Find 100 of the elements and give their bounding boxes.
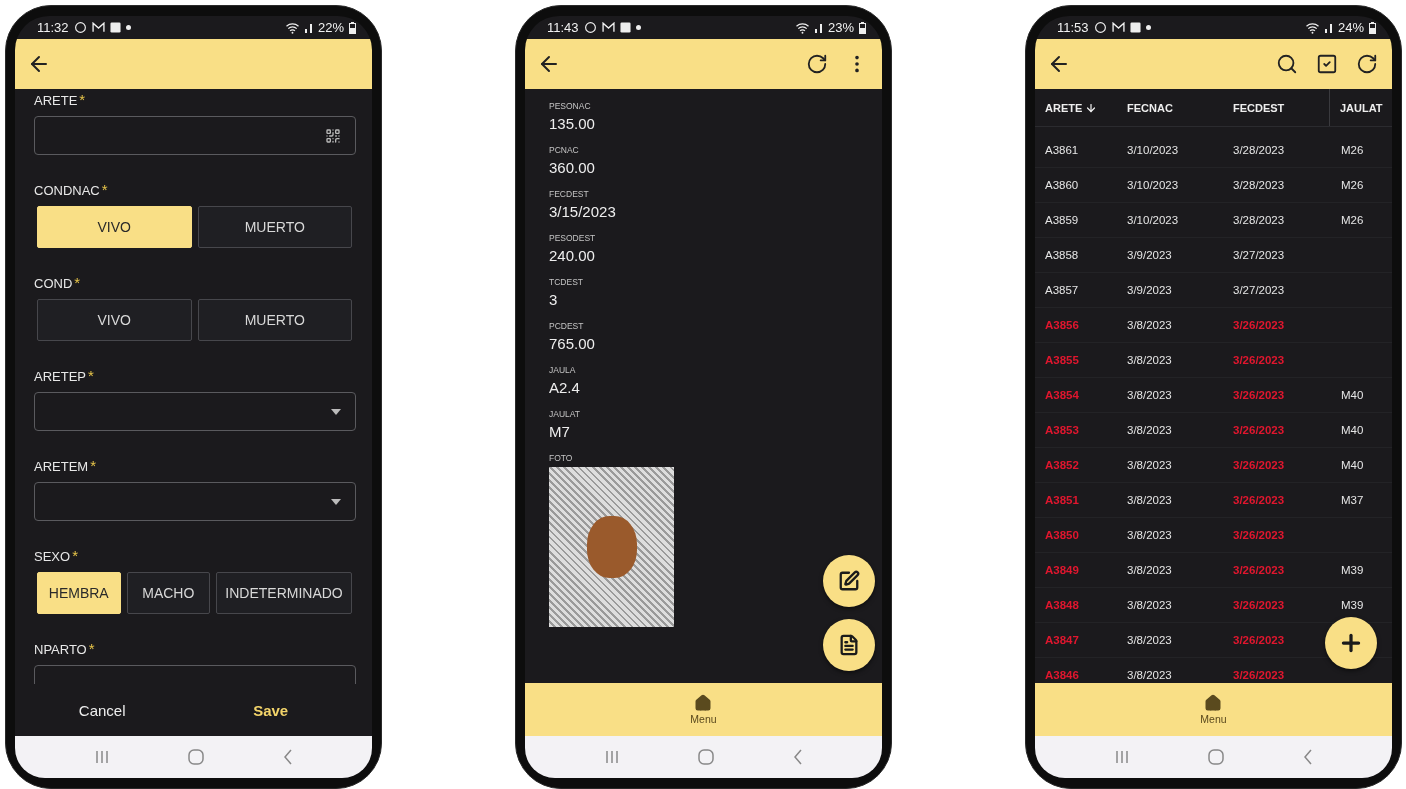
home-icon[interactable] xyxy=(1207,749,1224,765)
save-button[interactable]: Save xyxy=(247,700,295,720)
table-cell-text: A3850 xyxy=(1044,529,1079,541)
table-cell-text: A3854 xyxy=(1044,389,1079,401)
column-header[interactable]: FECDEST xyxy=(1223,89,1329,126)
wifi-icon xyxy=(1304,21,1320,34)
dropdown-field[interactable] xyxy=(34,482,356,521)
detail-label: PESONAC xyxy=(549,101,591,111)
edit-button[interactable] xyxy=(823,555,875,607)
document-button[interactable] xyxy=(823,619,875,671)
table-cell-text: A3856 xyxy=(1044,319,1079,331)
table-cell-text: A3849 xyxy=(1044,564,1079,576)
menu-tab[interactable]: Menu xyxy=(690,694,717,725)
recent-apps-icon[interactable] xyxy=(1114,750,1129,764)
table-cell-text: A3852 xyxy=(1044,459,1079,471)
home-icon[interactable] xyxy=(187,749,204,765)
table-cell-text: A3861 xyxy=(1044,144,1079,156)
table-cell-text: M39 xyxy=(1340,564,1364,576)
column-header[interactable]: JAULAT xyxy=(1329,89,1392,126)
checkbox-icon[interactable] xyxy=(1316,53,1338,75)
table-cell-text: 3/28/2023 xyxy=(1232,214,1285,226)
table-cell-text: 3/8/2023 xyxy=(1126,354,1172,366)
table-cell-text: 3/8/2023 xyxy=(1126,669,1172,681)
table-cell-text: M26 xyxy=(1340,214,1364,226)
battery-icon xyxy=(349,21,356,34)
table-cell-text: 3/8/2023 xyxy=(1126,424,1172,436)
back-icon[interactable] xyxy=(1302,749,1313,765)
home-icon[interactable] xyxy=(697,749,714,765)
dropdown-field[interactable] xyxy=(34,392,356,431)
field-label: SEXO* xyxy=(34,547,78,564)
table-cell-text: A3846 xyxy=(1044,669,1079,681)
table-cell-text: M40 xyxy=(1340,424,1364,436)
table-cell-text: A3847 xyxy=(1044,634,1079,646)
pencil-square-icon xyxy=(838,570,860,592)
toggle-option[interactable]: VIVO xyxy=(37,206,192,248)
house-icon xyxy=(1204,694,1223,712)
table-cell-text: 3/9/2023 xyxy=(1126,284,1172,296)
table-cell-text: 3/8/2023 xyxy=(1126,529,1172,541)
add-button[interactable] xyxy=(1325,617,1377,669)
back-icon[interactable] xyxy=(792,749,803,765)
status-time: 11:43 xyxy=(547,20,579,35)
toggle-option[interactable]: HEMBRA xyxy=(37,572,121,614)
table-cell-text: A3860 xyxy=(1044,179,1079,191)
toggle-option[interactable]: MACHO xyxy=(126,572,211,614)
search-icon[interactable] xyxy=(1276,53,1298,75)
qr-code-icon[interactable] xyxy=(325,127,341,144)
wifi-icon xyxy=(794,21,810,34)
table-cell-text: M26 xyxy=(1340,179,1364,191)
house-icon xyxy=(694,694,713,712)
table-cell-text: 3/26/2023 xyxy=(1232,669,1285,681)
status-time: 11:53 xyxy=(1057,20,1089,35)
table-cell-text: 3/27/2023 xyxy=(1232,284,1285,296)
detail-value: 3/15/2023 xyxy=(549,203,616,220)
table-cell-text: A3855 xyxy=(1044,354,1079,366)
table-cell-text: 3/8/2023 xyxy=(1126,389,1172,401)
refresh-icon[interactable] xyxy=(806,53,828,75)
mail-icon xyxy=(601,22,615,33)
toggle-option[interactable]: VIVO xyxy=(37,299,192,341)
mail-icon xyxy=(1111,22,1125,33)
sort-arrow-icon xyxy=(1085,101,1098,114)
input-field[interactable] xyxy=(34,116,356,155)
detail-value: A2.4 xyxy=(549,379,580,396)
table-cell-text: 3/27/2023 xyxy=(1232,249,1285,261)
table-cell-text: A3851 xyxy=(1044,494,1079,506)
refresh-icon[interactable] xyxy=(1356,53,1378,75)
table-cell-text: 3/26/2023 xyxy=(1232,634,1285,646)
field-label: ARETE* xyxy=(34,91,86,108)
menu-tab[interactable]: Menu xyxy=(1200,694,1227,725)
table-cell-text: M39 xyxy=(1340,599,1364,611)
table-cell-text: 3/26/2023 xyxy=(1232,529,1285,541)
table-cell-text: 3/9/2023 xyxy=(1126,249,1172,261)
toggle-option[interactable]: MUERTO xyxy=(197,299,352,341)
field-label: ARETEP* xyxy=(34,367,94,384)
column-header[interactable]: ARETE xyxy=(1035,89,1117,126)
table-cell-text: A3858 xyxy=(1044,249,1079,261)
toggle-option[interactable]: MUERTO xyxy=(197,206,352,248)
detail-label: PESODEST xyxy=(549,233,596,243)
battery-percent: 22% xyxy=(317,20,344,35)
table-cell-text: M37 xyxy=(1340,494,1364,506)
cancel-button[interactable]: Cancel xyxy=(72,700,132,720)
battery-icon xyxy=(859,21,866,34)
back-icon[interactable] xyxy=(282,749,293,765)
table-cell-text: A3859 xyxy=(1044,214,1079,226)
toggle-option[interactable]: INDETERMINADO xyxy=(216,572,352,614)
table-cell-text: 3/26/2023 xyxy=(1232,459,1285,471)
dot-icon xyxy=(635,25,641,30)
detail-value: 3 xyxy=(549,291,558,308)
recent-apps-icon[interactable] xyxy=(604,750,619,764)
table-cell-text: 3/26/2023 xyxy=(1232,319,1285,331)
status-time: 11:32 xyxy=(37,20,69,35)
signal-icon xyxy=(814,22,823,33)
detail-value: 135.00 xyxy=(549,115,595,132)
field-label: NPARTO* xyxy=(34,640,95,657)
detail-label: JAULAT xyxy=(549,409,581,419)
column-header[interactable]: FECNAC xyxy=(1117,89,1223,126)
table-cell-text: A3853 xyxy=(1044,424,1079,436)
recent-apps-icon[interactable] xyxy=(94,750,109,764)
table-cell-text: 3/26/2023 xyxy=(1232,564,1285,576)
table-cell-text: 3/26/2023 xyxy=(1232,494,1285,506)
detail-value: 240.00 xyxy=(549,247,595,264)
